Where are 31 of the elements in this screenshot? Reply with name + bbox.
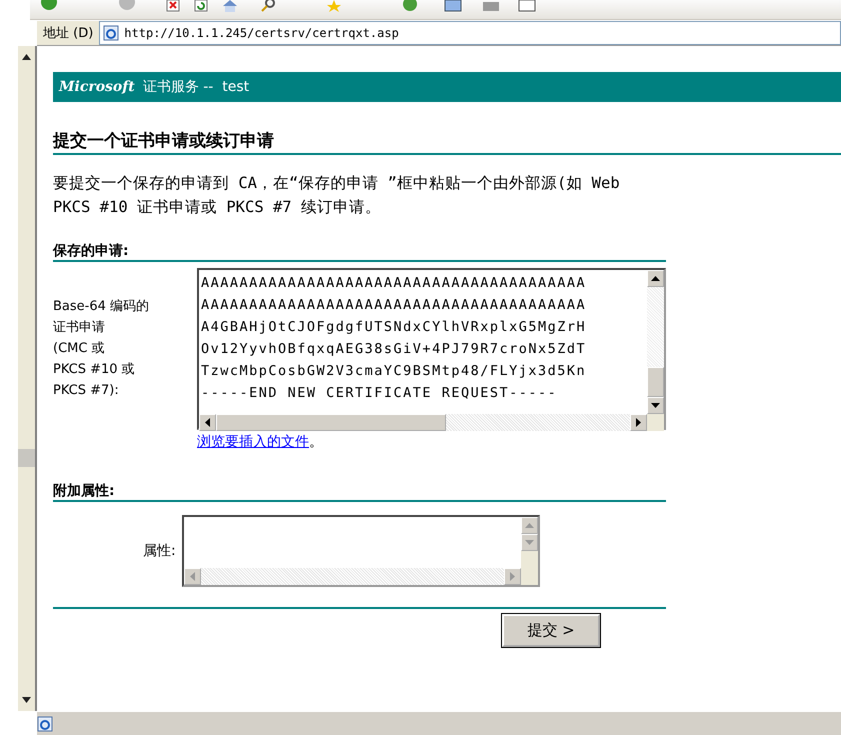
request-field[interactable]: AAAAAAAAAAAAAAAAAAAAAAAAAAAAAAAAAAAAAAAA AAAAAAAAAAAAAAAAAAAAAAAAAAAAAAAAAAAAAAAA A4GBAHjOtCJOFgdgfUTSNdxCYlhVRxplxG5MgZrH Ov12YyvhOBfqxqAEG38sGiV+4PJ79R7croNx5ZdT TzwcMbpCosbGW2V3cmaYC9BSMtp48/FLYjx3d5Kn -----END NEW CERTIFICATE REQUEST----- xyxy=(197,268,666,430)
banner-title: 证书服务 -- test xyxy=(142,78,250,96)
scroll-down-icon[interactable] xyxy=(22,697,31,703)
submit-button[interactable]: 提交 > xyxy=(502,614,600,647)
browse-file-link[interactable]: 浏览要插入的文件 xyxy=(197,434,309,450)
address-label: 地址 (D) xyxy=(42,25,94,42)
brand-logo: Microsoft xyxy=(59,79,135,95)
page-icon xyxy=(37,716,53,732)
home-icon[interactable] xyxy=(222,0,238,12)
scrollbar-thumb[interactable] xyxy=(18,449,35,467)
stop-icon[interactable] xyxy=(166,0,180,12)
section-title: 保存的申请: xyxy=(53,242,130,260)
page-heading: 提交一个证书申请或续订申请 xyxy=(53,130,275,153)
scroll-up-icon[interactable] xyxy=(22,54,31,60)
scrollbar-thumb[interactable] xyxy=(216,414,446,431)
address-field[interactable]: http://10.1.1.245/certsrv/certrqxt.asp xyxy=(99,21,841,45)
attributes-field[interactable] xyxy=(182,515,540,587)
field-label: Base-64 编码的 证书申请 (CMC 或 PKCS #10 或 PKCS #7): xyxy=(53,298,150,400)
scrollbar-thumb[interactable] xyxy=(647,367,664,397)
star-icon[interactable] xyxy=(326,0,342,12)
section-title: 附加属性: xyxy=(53,482,116,500)
refresh-icon[interactable] xyxy=(194,0,208,12)
scroll-left-icon[interactable] xyxy=(205,418,210,427)
field-label: 属性: xyxy=(143,542,176,560)
scroll-down-icon[interactable] xyxy=(651,403,660,408)
scroll-up-icon[interactable] xyxy=(651,276,660,281)
search-icon[interactable] xyxy=(260,0,276,12)
intro-text: 要提交一个保存的申请到 CA，在“保存的申请 ”框中粘贴一个由外部源(如 Web PKCS #10 证书申请或 PKCS #7 续订申请。 xyxy=(53,173,621,218)
punctuation: 。 xyxy=(309,434,323,450)
page-icon xyxy=(103,25,120,41)
scroll-right-icon[interactable] xyxy=(636,418,641,427)
